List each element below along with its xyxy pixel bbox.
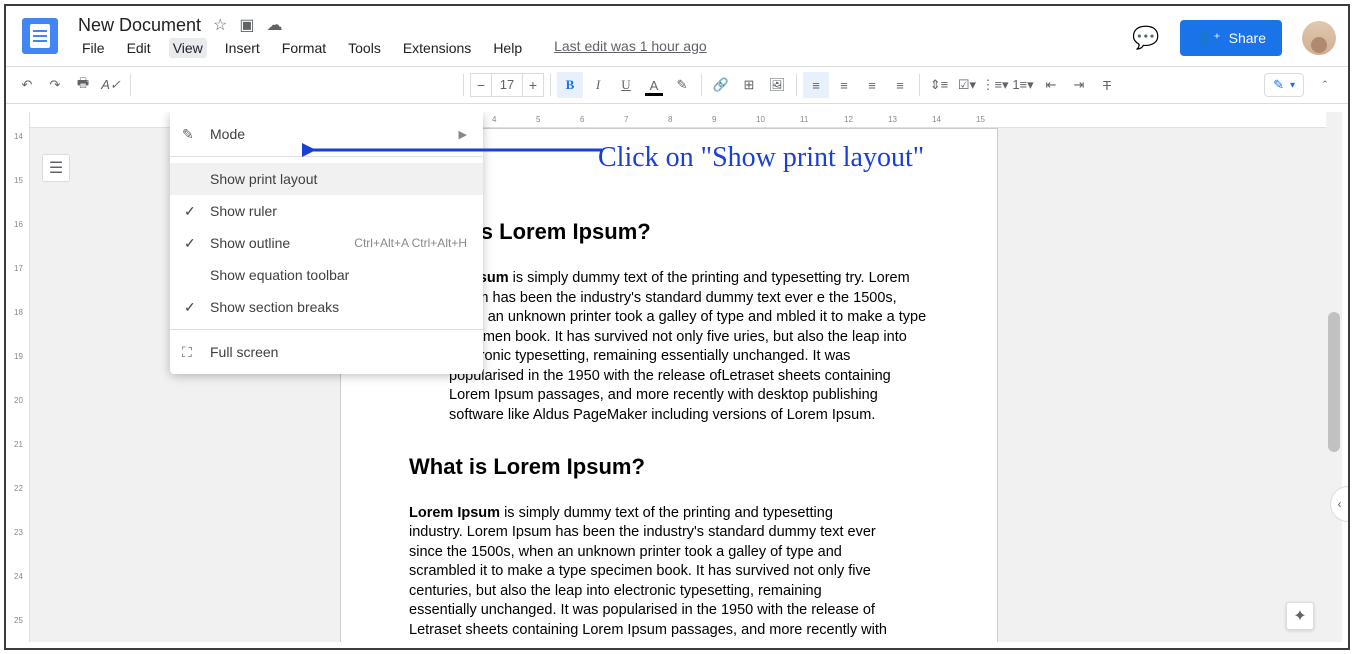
- title-bar: New Document ☆ ▣ ☁ File Edit View Insert For…: [6, 6, 1348, 66]
- collapse-toolbar-button[interactable]: ˆ: [1312, 72, 1338, 98]
- workspace: 141516171819202122232425 123456789101112…: [12, 112, 1342, 642]
- share-button[interactable]: 👤⁺ Share: [1180, 20, 1282, 56]
- outline-toggle-button[interactable]: ☰: [42, 154, 70, 182]
- insert-link-button[interactable]: 🔗: [708, 72, 734, 98]
- numbered-list-button[interactable]: 1≡▾: [1010, 72, 1036, 98]
- font-size-value[interactable]: 17: [492, 73, 522, 97]
- cloud-status-icon[interactable]: ☁: [267, 15, 283, 35]
- line-spacing-button[interactable]: ⇕≡: [926, 72, 952, 98]
- menu-tools[interactable]: Tools: [344, 38, 385, 58]
- text-color-button[interactable]: A: [641, 72, 667, 98]
- increase-indent-button[interactable]: ⇥: [1066, 72, 1092, 98]
- align-center-button[interactable]: ≡: [831, 72, 857, 98]
- menu-edit[interactable]: Edit: [123, 38, 155, 58]
- align-right-button[interactable]: ≡: [859, 72, 885, 98]
- align-left-button[interactable]: ≡: [803, 72, 829, 98]
- underline-button[interactable]: U: [613, 72, 639, 98]
- menu-item-label: Show equation toolbar: [210, 267, 349, 283]
- font-size-decrease[interactable]: −: [470, 73, 492, 97]
- view-menu-item-3[interactable]: ✓ Show ruler: [170, 195, 483, 227]
- paragraph-1: m Ipsum is simply dummy text of the prin…: [449, 269, 929, 426]
- bulleted-list-button[interactable]: ⋮≡▾: [982, 72, 1008, 98]
- view-menu-item-2[interactable]: Show print layout: [170, 163, 483, 195]
- clear-formatting-button[interactable]: T: [1094, 72, 1120, 98]
- bold-button[interactable]: B: [557, 72, 583, 98]
- check-icon: ✓: [184, 299, 196, 316]
- view-menu-item-6[interactable]: ✓ Show section breaks: [170, 291, 483, 323]
- font-size-control: − 17 +: [470, 73, 544, 97]
- menu-item-label: Show print layout: [210, 171, 317, 187]
- docs-logo[interactable]: [22, 18, 58, 54]
- menu-item-label: Mode: [210, 126, 245, 142]
- view-menu-item-5[interactable]: Show equation toolbar: [170, 259, 483, 291]
- menu-insert[interactable]: Insert: [221, 38, 264, 58]
- checklist-button[interactable]: ☑▾: [954, 72, 980, 98]
- move-icon[interactable]: ▣: [239, 15, 254, 35]
- vertical-scrollbar[interactable]: [1326, 112, 1342, 642]
- view-menu-item-0[interactable]: ✎ Mode ▶: [170, 118, 483, 150]
- person-add-icon: 👤⁺: [1196, 30, 1221, 47]
- shortcut-label: Ctrl+Alt+A Ctrl+Alt+H: [354, 236, 467, 250]
- heading-2: What is Lorem Ipsum?: [409, 454, 929, 480]
- submenu-arrow-icon: ▶: [459, 128, 467, 141]
- highlight-button[interactable]: ✎: [669, 72, 695, 98]
- insert-comment-button[interactable]: ⊞: [736, 72, 762, 98]
- pencil-icon: ✎: [1273, 77, 1284, 93]
- print-button[interactable]: 🖶: [70, 72, 96, 98]
- decrease-indent-button[interactable]: ⇤: [1038, 72, 1064, 98]
- account-avatar[interactable]: [1302, 21, 1336, 55]
- view-menu-dropdown: ✎ Mode ▶ Show print layout ✓ Show ruler ✓ Show …: [170, 112, 483, 374]
- toolbar: ↶ ↷ 🖶 A✓ − 17 + B I U A ✎ 🔗 ⊞ 🖼 ≡ ≡ ≡ ≡ …: [6, 66, 1348, 104]
- menu-item-label: Show ruler: [210, 203, 277, 219]
- redo-button[interactable]: ↷: [42, 72, 68, 98]
- align-justify-button[interactable]: ≡: [887, 72, 913, 98]
- menu-bar: File Edit View Insert Format Tools Extensions H…: [78, 38, 707, 58]
- pencil-icon: ✎: [182, 126, 194, 143]
- menu-extensions[interactable]: Extensions: [399, 38, 475, 58]
- menu-item-label: Show section breaks: [210, 299, 339, 315]
- check-icon: ✓: [184, 235, 196, 252]
- spellcheck-button[interactable]: A✓: [98, 72, 124, 98]
- insert-image-button[interactable]: 🖼: [764, 72, 790, 98]
- menu-help[interactable]: Help: [489, 38, 526, 58]
- editing-mode-button[interactable]: ✎▾: [1264, 73, 1304, 97]
- menu-item-label: Full screen: [210, 344, 278, 360]
- italic-button[interactable]: I: [585, 72, 611, 98]
- undo-button[interactable]: ↶: [14, 72, 40, 98]
- canvas-area: 123456789101112131415 ☰ ✎Mode▶Show print…: [30, 112, 1342, 642]
- font-size-increase[interactable]: +: [522, 73, 544, 97]
- view-menu-item-8[interactable]: ⛶ Full screen: [170, 336, 483, 368]
- menu-file[interactable]: File: [78, 38, 109, 58]
- check-icon: ✓: [184, 203, 196, 220]
- view-menu-item-4[interactable]: ✓ Show outline Ctrl+Alt+A Ctrl+Alt+H: [170, 227, 483, 259]
- document-title[interactable]: New Document: [78, 15, 201, 36]
- explore-button[interactable]: ✦: [1286, 602, 1314, 630]
- star-icon[interactable]: ☆: [213, 15, 227, 35]
- vertical-ruler: 141516171819202122232425: [12, 112, 30, 642]
- share-label: Share: [1229, 30, 1266, 46]
- menu-format[interactable]: Format: [278, 38, 330, 58]
- fullscreen-icon: ⛶: [182, 344, 192, 361]
- heading-1: at is Lorem Ipsum?: [449, 219, 929, 245]
- last-edit-link[interactable]: Last edit was 1 hour ago: [554, 38, 707, 58]
- paragraph-2: Lorem Ipsum is simply dummy text of the …: [409, 504, 889, 643]
- menu-view[interactable]: View: [169, 38, 207, 58]
- menu-item-label: Show outline: [210, 235, 290, 251]
- comments-icon[interactable]: 💬: [1132, 25, 1159, 51]
